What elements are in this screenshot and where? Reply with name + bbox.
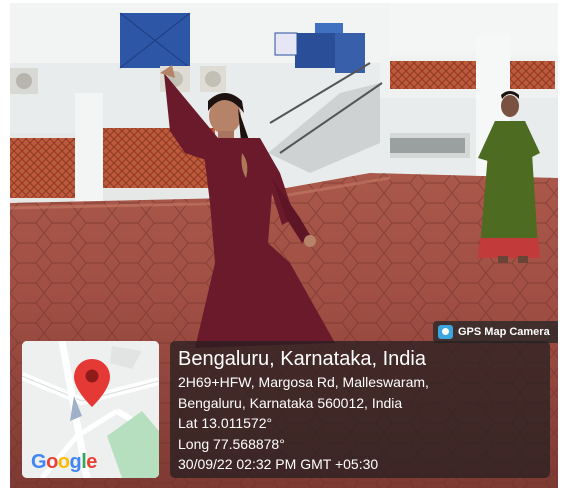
address-line-2: Bengaluru, Karnataka 560012, India <box>178 394 403 411</box>
longitude-text: Long 77.568878° <box>178 435 285 452</box>
map-pin-icon <box>74 359 110 407</box>
google-logo: Google <box>31 451 97 473</box>
map-thumbnail: Google <box>22 341 159 478</box>
location-title: Bengaluru, Karnataka, India <box>178 348 426 370</box>
location-info-panel: Bengaluru, Karnataka, India 2H69+HFW, Ma… <box>170 341 550 478</box>
address-line-1: 2H69+HFW, Margosa Rd, Malleswaram, <box>178 374 429 390</box>
app-badge-label: GPS Map Camera <box>458 326 550 338</box>
photo-frame: GPS Map Camera Google Bengaluru, Karnata… <box>10 3 558 488</box>
gps-map-camera-icon <box>438 325 453 339</box>
gps-map-camera-badge: GPS Map Camera <box>433 321 558 343</box>
latitude-text: Lat 13.011572° <box>178 415 273 431</box>
datetime-text: 30/09/22 02:32 PM GMT +05:30 <box>178 456 379 472</box>
